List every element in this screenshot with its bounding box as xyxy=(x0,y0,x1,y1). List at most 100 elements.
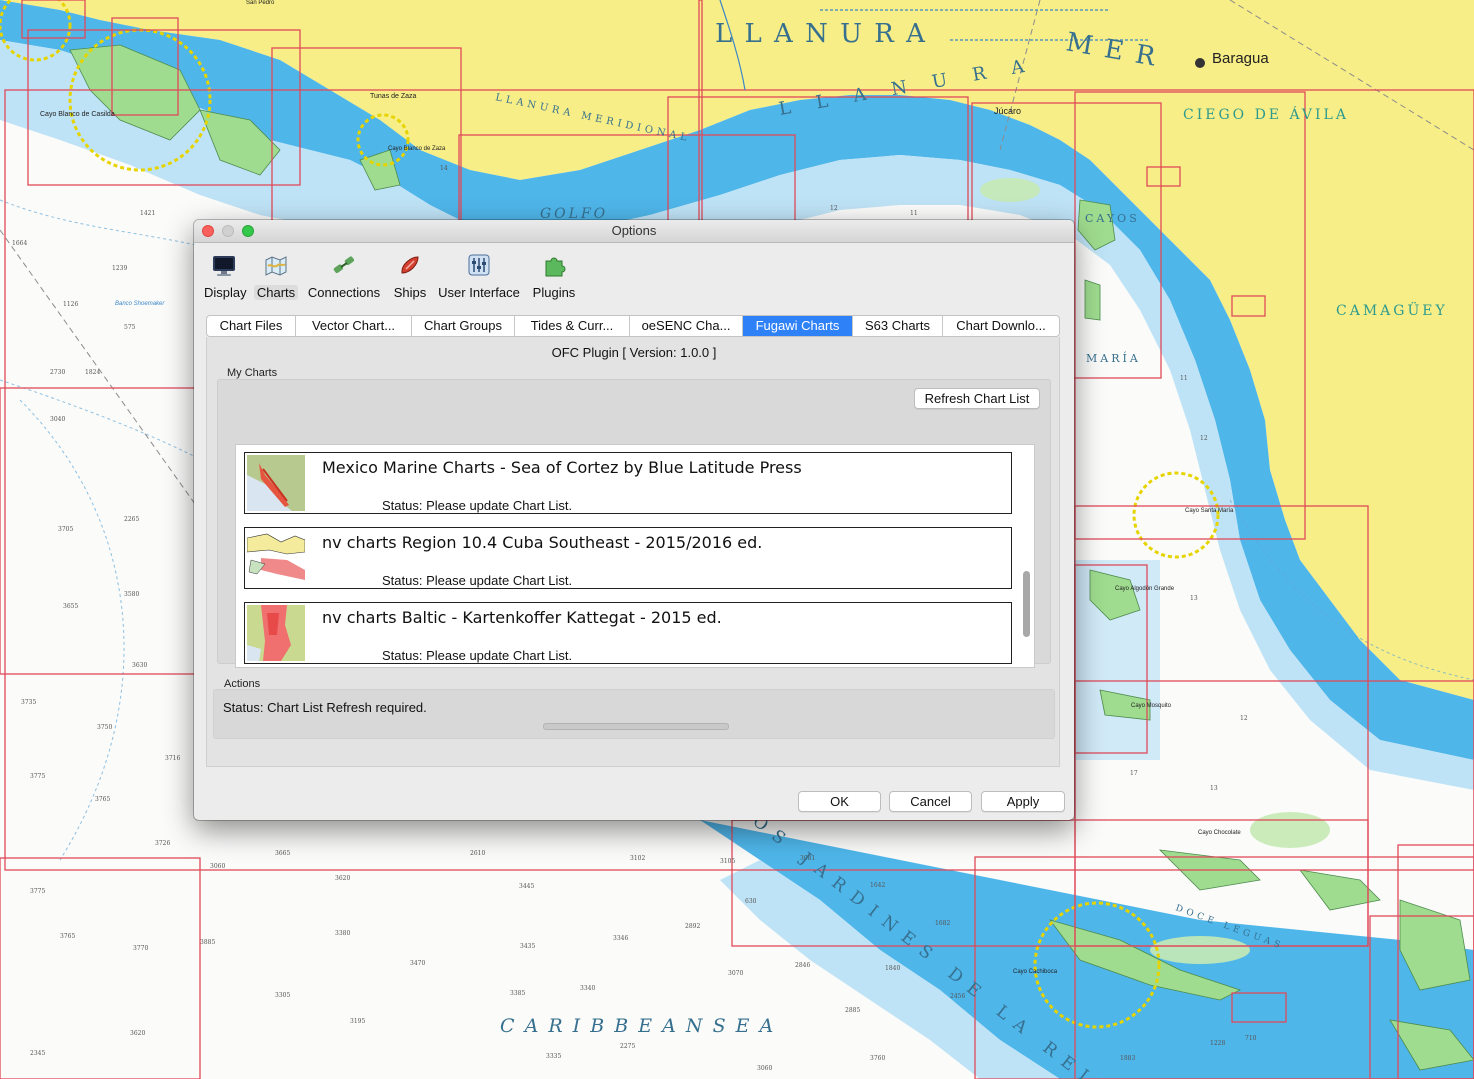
svg-text:3765: 3765 xyxy=(60,933,75,940)
map-label-cayo-cachiboca: Cayo Cachiboca xyxy=(1013,969,1058,975)
options-dialog: Options Display Charts Connections Ships… xyxy=(194,220,1074,820)
chart-thumbnail-cuba-southeast xyxy=(247,530,305,586)
cancel-button[interactable]: Cancel xyxy=(889,791,972,812)
svg-text:12: 12 xyxy=(1200,435,1208,442)
svg-text:14: 14 xyxy=(440,165,448,172)
zoom-window-button[interactable] xyxy=(242,225,254,237)
tab-chart-files[interactable]: Chart Files xyxy=(207,316,296,336)
toolbar-charts-label: Charts xyxy=(254,285,298,300)
svg-text:12: 12 xyxy=(1240,715,1248,722)
svg-text:2730: 2730 xyxy=(50,369,65,376)
svg-text:17: 17 xyxy=(1130,770,1138,777)
svg-text:3435: 3435 xyxy=(520,943,535,950)
toolbar-user-interface-label: User Interface xyxy=(438,285,520,300)
svg-text:13: 13 xyxy=(1190,595,1198,602)
map-label-maria: MARÍA xyxy=(1086,351,1141,365)
svg-text:12: 12 xyxy=(830,205,838,212)
svg-text:1664: 1664 xyxy=(12,240,27,247)
toolbar-plugins[interactable]: Plugins xyxy=(528,248,580,304)
svg-text:3630: 3630 xyxy=(132,662,147,669)
tab-vector-charts[interactable]: Vector Chart... xyxy=(296,316,412,336)
tab-tides-currents[interactable]: Tides & Curr... xyxy=(515,316,630,336)
dialog-titlebar[interactable]: Options xyxy=(194,220,1074,243)
svg-text:1883: 1883 xyxy=(1120,1055,1135,1062)
svg-text:3665: 3665 xyxy=(275,850,290,857)
minimize-window-button[interactable] xyxy=(222,225,234,237)
map-label-san-pedro: San Pedro xyxy=(246,0,275,6)
svg-text:710: 710 xyxy=(1245,1035,1257,1042)
svg-text:3105: 3105 xyxy=(720,858,735,865)
refresh-chart-list-button[interactable]: Refresh Chart List xyxy=(914,388,1040,409)
plugins-icon xyxy=(545,257,566,277)
actions-group: Status: Chart List Refresh required. xyxy=(213,689,1055,739)
svg-text:3726: 3726 xyxy=(155,840,170,847)
chart-status: Status: Please update Chart List. xyxy=(382,648,573,663)
svg-text:13: 13 xyxy=(1210,785,1218,792)
svg-text:3060: 3060 xyxy=(210,863,225,870)
svg-text:3195: 3195 xyxy=(350,1018,365,1025)
chart-list-item[interactable]: nv charts Region 10.4 Cuba Southeast - 2… xyxy=(244,527,1012,589)
svg-text:2610: 2610 xyxy=(470,850,485,857)
map-label-banco-shoemaker: Banco Shoemaker xyxy=(115,301,165,307)
svg-text:1682: 1682 xyxy=(935,920,950,927)
svg-text:1840: 1840 xyxy=(885,965,900,972)
charts-icon xyxy=(265,256,287,276)
svg-text:3070: 3070 xyxy=(728,970,743,977)
svg-text:3770: 3770 xyxy=(133,945,148,952)
toolbar-ships-label: Ships xyxy=(393,285,427,300)
toolbar-user-interface[interactable]: User Interface xyxy=(434,248,524,304)
user-interface-icon xyxy=(468,254,490,276)
map-label-cayo-mosquito: Cayo Mosquito xyxy=(1131,703,1172,709)
ok-button[interactable]: OK xyxy=(798,791,881,812)
connections-icon xyxy=(333,256,355,273)
tab-fugawi-charts[interactable]: Fugawi Charts xyxy=(743,316,853,336)
plugin-version-title: OFC Plugin [ Version: 1.0.0 ] xyxy=(551,345,717,360)
map-label-cayo-algodon-grande: Cayo Algodón Grande xyxy=(1115,586,1175,592)
map-label-cayo-santa-maria: Cayo Santa María xyxy=(1185,508,1234,514)
toolbar-display[interactable]: Display xyxy=(202,248,247,304)
tab-oesenc-charts[interactable]: oeSENC Cha... xyxy=(630,316,743,336)
svg-text:2846: 2846 xyxy=(795,962,810,969)
toolbar-connections-label: Connections xyxy=(307,285,381,300)
map-label-caribbean-sea: C A R I B B E A N S E A xyxy=(500,1015,775,1037)
chart-list-item[interactable]: nv charts Baltic - Kartenkoffer Kattegat… xyxy=(244,602,1012,664)
svg-text:3335: 3335 xyxy=(546,1053,561,1060)
chart-name: Mexico Marine Charts - Sea of Cortez by … xyxy=(322,458,802,477)
svg-text:3885: 3885 xyxy=(200,939,215,946)
svg-text:1421: 1421 xyxy=(140,210,155,217)
tab-s63-charts[interactable]: S63 Charts xyxy=(853,316,943,336)
svg-text:3580: 3580 xyxy=(124,591,139,598)
svg-text:3445: 3445 xyxy=(519,883,534,890)
apply-button[interactable]: Apply xyxy=(981,791,1065,812)
map-label-ciego-de-avila: CIEGO DE ÁVILA xyxy=(1183,105,1349,123)
svg-text:3705: 3705 xyxy=(58,526,73,533)
map-label-cayos: CAYOS xyxy=(1085,212,1140,225)
tab-chart-groups[interactable]: Chart Groups xyxy=(412,316,515,336)
chart-list-scrollbar[interactable] xyxy=(1023,571,1030,637)
svg-text:3765: 3765 xyxy=(95,796,110,803)
svg-text:3620: 3620 xyxy=(130,1030,145,1037)
toolbar-plugins-label: Plugins xyxy=(532,285,576,300)
svg-text:3775: 3775 xyxy=(30,888,45,895)
map-label-llanura: L L A N U R A xyxy=(715,19,927,49)
toolbar-display-label: Display xyxy=(204,285,247,300)
ships-icon xyxy=(401,256,419,274)
toolbar-charts[interactable]: Charts xyxy=(254,248,298,304)
svg-text:2275: 2275 xyxy=(620,1043,635,1050)
svg-text:3040: 3040 xyxy=(50,416,65,423)
svg-text:3060: 3060 xyxy=(757,1065,772,1072)
svg-text:1824: 1824 xyxy=(85,369,100,376)
toolbar-ships[interactable]: Ships xyxy=(388,248,432,304)
chart-name: nv charts Region 10.4 Cuba Southeast - 2… xyxy=(322,533,763,552)
svg-text:3735: 3735 xyxy=(21,699,36,706)
map-label-camaguey: CAMAGÜEY xyxy=(1336,301,1448,319)
toolbar-connections[interactable]: Connections xyxy=(304,248,384,304)
tab-chart-downloader[interactable]: Chart Downlo... xyxy=(943,316,1059,336)
my-charts-label: My Charts xyxy=(227,367,278,379)
progress-bar xyxy=(543,723,729,730)
chart-list[interactable]: Mexico Marine Charts - Sea of Cortez by … xyxy=(235,444,1035,668)
close-window-button[interactable] xyxy=(202,225,214,237)
chart-status: Status: Please update Chart List. xyxy=(382,498,573,513)
chart-list-item[interactable]: Mexico Marine Charts - Sea of Cortez by … xyxy=(244,452,1012,514)
svg-text:3750: 3750 xyxy=(97,724,112,731)
